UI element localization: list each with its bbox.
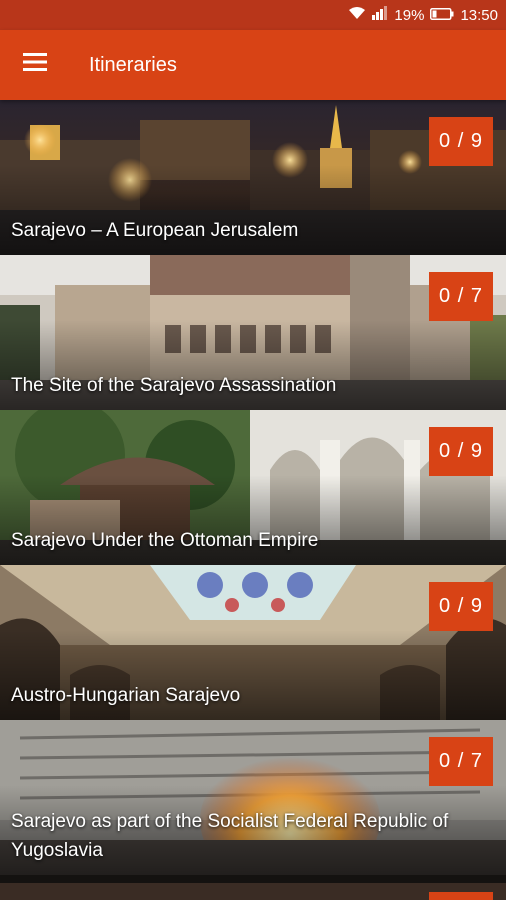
status-icons: 19% 13:50 xyxy=(348,0,498,30)
signal-icon xyxy=(372,6,388,24)
hamburger-menu-icon xyxy=(23,52,47,76)
menu-button[interactable] xyxy=(12,41,58,87)
clock: 13:50 xyxy=(460,6,498,24)
itinerary-title: Sarajevo – A European Jerusalem xyxy=(11,220,299,241)
progress-badge: 0 / 9 xyxy=(429,582,493,631)
itinerary-card-partial[interactable] xyxy=(0,875,506,900)
itinerary-card[interactable]: 0 / 7 The Site of the Sarajevo Assassina… xyxy=(0,255,506,410)
progress-badge: 0 / 7 xyxy=(429,272,493,321)
itinerary-card[interactable]: 0 / 9 Austro-Hungarian Sarajevo xyxy=(0,565,506,720)
page-title: Itineraries xyxy=(89,54,177,76)
itinerary-title: Sarajevo Under the Ottoman Empire xyxy=(11,530,319,551)
battery-icon xyxy=(430,7,454,24)
next-card-image xyxy=(0,875,506,900)
itinerary-title: The Site of the Sarajevo Assassination xyxy=(11,375,337,396)
itinerary-list: 0 / 9 Sarajevo – A European Jerusalem 0 … xyxy=(0,100,506,900)
wifi-icon xyxy=(348,6,366,24)
progress-badge: 0 / 7 xyxy=(429,737,493,786)
itinerary-card[interactable]: 0 / 9 Sarajevo – A European Jerusalem xyxy=(0,100,506,255)
itinerary-title: Sarajevo as part of the Socialist Federa… xyxy=(11,811,449,861)
battery-percent: 19% xyxy=(394,6,425,24)
status-bar: 19% 13:50 xyxy=(0,0,506,30)
itinerary-card[interactable]: 0 / 9 Sarajevo Under the Ottoman Empire xyxy=(0,410,506,565)
progress-badge: 0 / 9 xyxy=(429,117,493,166)
progress-badge: 0 / 9 xyxy=(429,427,493,476)
app-bar: Itineraries xyxy=(0,30,506,100)
itinerary-title: Austro-Hungarian Sarajevo xyxy=(11,685,241,706)
itinerary-card[interactable]: 0 / 7 Sarajevo as part of the Socialist … xyxy=(0,720,506,875)
